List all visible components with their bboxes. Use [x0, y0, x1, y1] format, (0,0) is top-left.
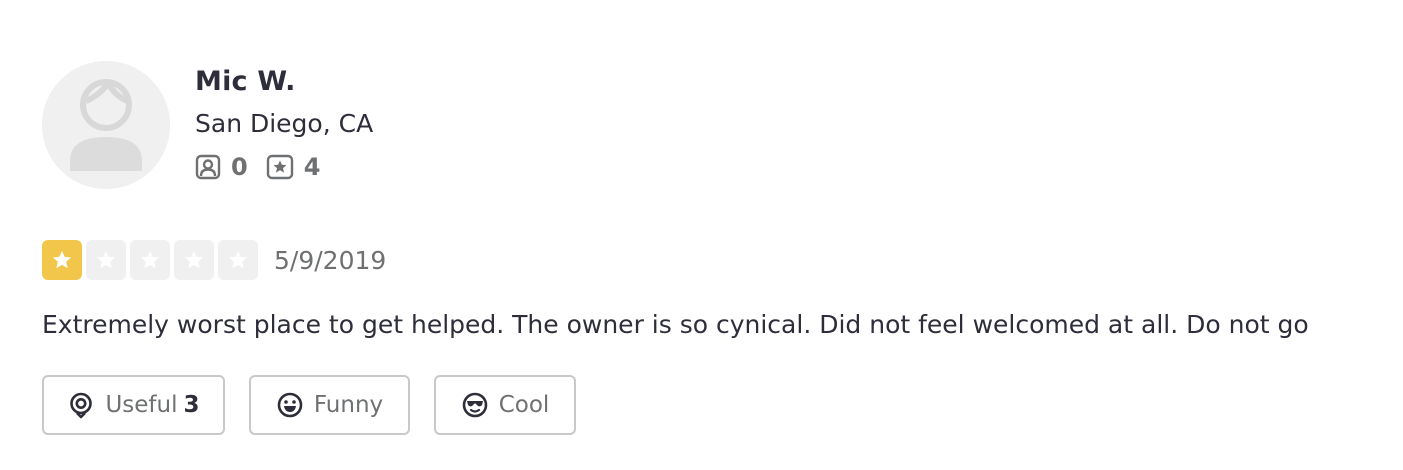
- star-5: [218, 240, 258, 280]
- friends-icon: [195, 154, 221, 180]
- funny-button[interactable]: Funny: [249, 375, 410, 435]
- star-icon: [96, 250, 116, 269]
- cool-label: Cool: [498, 392, 550, 418]
- useful-button[interactable]: Useful 3: [42, 375, 225, 435]
- star-1: [42, 240, 82, 280]
- star-4: [174, 240, 214, 280]
- user-info: Mic W. San Diego, CA 0 4: [195, 62, 373, 181]
- funny-label: Funny: [313, 392, 384, 418]
- user-name[interactable]: Mic W.: [195, 62, 373, 102]
- lightbulb-icon: [70, 392, 93, 419]
- star-3: [130, 240, 170, 280]
- reviews-count: 4: [303, 153, 321, 181]
- review-text: Extremely worst place to get helped. The…: [42, 310, 1309, 339]
- star-icon: [140, 250, 160, 269]
- cool-button[interactable]: Cool: [434, 375, 576, 435]
- avatar[interactable]: [42, 61, 170, 189]
- star-rating: [42, 240, 262, 280]
- review-date: 5/9/2019: [274, 245, 387, 275]
- review-card: Mic W. San Diego, CA 0 4 5/9/2019 Extrem…: [0, 0, 1403, 470]
- useful-count: 3: [183, 392, 200, 418]
- reviews-stat: 4: [266, 153, 321, 181]
- laughing-face-icon: [277, 392, 303, 418]
- useful-label: Useful: [105, 392, 178, 418]
- default-user-avatar-icon: [42, 61, 170, 189]
- rating-row: 5/9/2019: [42, 240, 386, 280]
- user-location: San Diego, CA: [195, 109, 374, 138]
- star-2: [86, 240, 126, 280]
- sunglasses-face-icon: [462, 392, 488, 418]
- star-icon: [228, 250, 248, 269]
- star-icon: [52, 250, 72, 269]
- star-icon: [184, 250, 204, 269]
- friends-count: 0: [231, 153, 248, 181]
- star-review-icon: [266, 154, 293, 180]
- friends-stat: 0: [195, 153, 248, 181]
- review-actions: Useful 3 Funny Cool: [42, 375, 600, 435]
- user-stats: 0 4: [195, 153, 373, 181]
